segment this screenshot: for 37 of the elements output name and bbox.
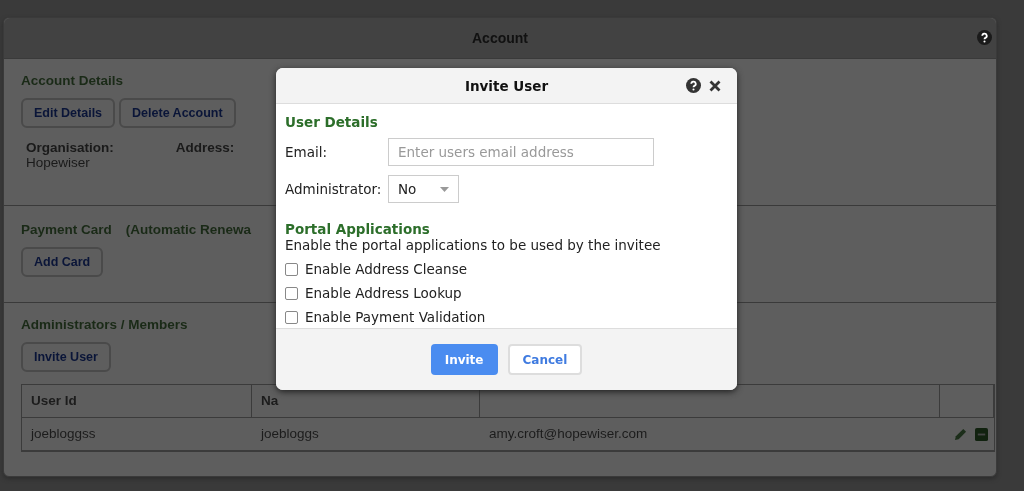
dialog-title: Invite User (464, 77, 549, 94)
checkbox-label[interactable]: Enable Address Cleanse (305, 261, 467, 277)
section-note: (Automatic Renewa (125, 222, 252, 237)
close-icon[interactable] (709, 79, 721, 92)
section-heading: Portal Applications (285, 221, 431, 237)
table-cell: joebloggs (252, 418, 480, 451)
outline-button[interactable]: Edit Details (21, 98, 116, 128)
field-value: Hopewiser (26, 155, 90, 170)
checkbox-label[interactable]: Enable Payment Validation (305, 309, 486, 325)
outline-button[interactable]: Add Card (21, 247, 104, 277)
field-label: Address: (175, 140, 235, 155)
pencil-icon[interactable] (954, 427, 967, 441)
table-cell: joebloggss (22, 418, 252, 451)
section-heading: Payment Card (21, 222, 112, 237)
checkbox[interactable] (285, 286, 298, 300)
help-icon[interactable] (977, 30, 992, 45)
field-label: Email: (285, 144, 328, 160)
caret-icon (440, 186, 449, 192)
section-heading: Account Details (21, 73, 124, 88)
column-header: User Id (22, 385, 252, 418)
invite-button[interactable]: Invite (430, 344, 498, 375)
administrator-dropdown[interactable]: No (388, 175, 459, 203)
section-description: Enable the portal applications to be used by the invitee (285, 237, 662, 253)
cancel-button[interactable]: Cancel (507, 344, 583, 375)
field-label: Administrator: (285, 181, 383, 197)
email-field[interactable]: Enter users email address (388, 138, 654, 166)
checkbox[interactable] (285, 262, 298, 276)
outline-button[interactable]: Invite User (21, 342, 111, 372)
table-cell: amy.croft@hopewiser.com (480, 418, 940, 451)
checkbox-label[interactable]: Enable Address Lookup (305, 285, 462, 301)
section-heading: User Details (285, 114, 379, 130)
remove-icon[interactable] (975, 427, 988, 441)
help-icon[interactable] (686, 78, 701, 93)
section-heading: Administrators / Members (21, 317, 188, 332)
field-label: Organisation: (26, 140, 114, 155)
outline-button[interactable]: Delete Account (119, 98, 236, 128)
checkbox[interactable] (285, 310, 298, 324)
